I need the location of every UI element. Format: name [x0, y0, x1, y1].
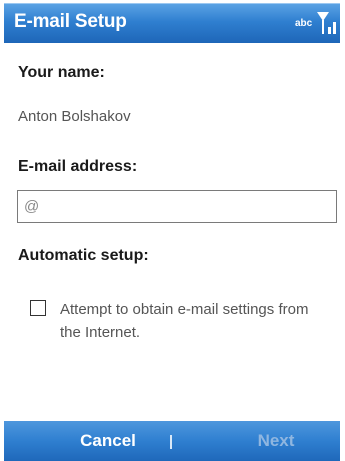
- form-content: Your name: Anton Bolshakov E-mail addres…: [4, 43, 340, 421]
- auto-setup-checkbox-label[interactable]: Attempt to obtain e-mail settings from t…: [60, 298, 320, 344]
- email-setup-screen: E-mail Setup abc Your name: Anton Bolsha…: [0, 0, 345, 461]
- your-name-value[interactable]: Anton Bolshakov: [18, 108, 131, 125]
- email-address-input[interactable]: [17, 190, 337, 223]
- next-softkey[interactable]: Next: [216, 431, 336, 451]
- title-bar: E-mail Setup abc: [4, 3, 340, 43]
- softkey-divider: [170, 435, 172, 449]
- signal-strength-icon-graphic: [317, 12, 336, 34]
- input-mode-indicator[interactable]: abc: [295, 18, 312, 29]
- cancel-softkey[interactable]: Cancel: [48, 431, 168, 451]
- softkey-bar: Cancel Next: [4, 421, 340, 461]
- auto-setup-checkbox[interactable]: [30, 300, 46, 316]
- your-name-label: Your name:: [18, 64, 105, 81]
- automatic-setup-label: Automatic setup:: [18, 247, 149, 264]
- signal-strength-icon[interactable]: [315, 10, 339, 36]
- window-title: E-mail Setup: [14, 11, 127, 32]
- email-address-label: E-mail address:: [18, 158, 138, 175]
